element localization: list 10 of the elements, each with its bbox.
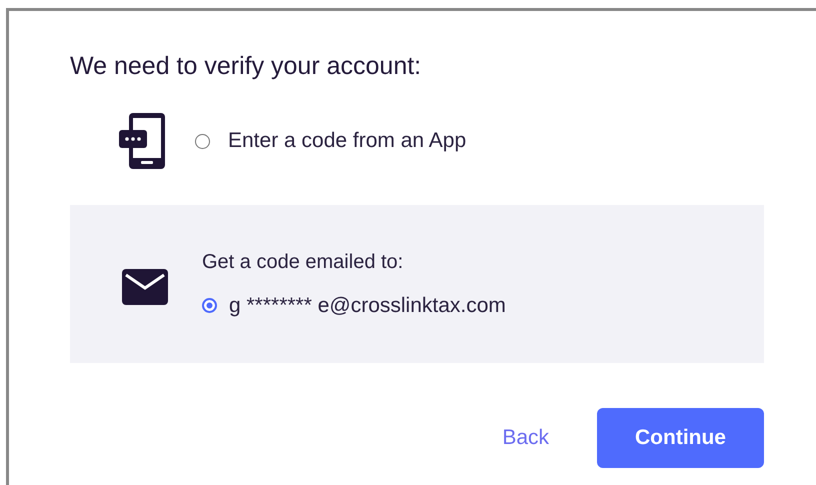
phone-icon: [119, 113, 167, 169]
envelope-icon: [122, 269, 168, 305]
radio-button[interactable]: [202, 298, 217, 313]
option-label: Enter a code from an App: [228, 129, 466, 153]
page-title: We need to verify your account:: [70, 51, 422, 81]
radio-button[interactable]: [195, 134, 210, 148]
continue-button[interactable]: Continue: [597, 408, 764, 468]
option-heading: Get a code emailed to:: [202, 250, 404, 274]
email-address: g ******** e@crosslinktax.com: [229, 294, 506, 318]
back-link[interactable]: Back: [490, 420, 561, 456]
